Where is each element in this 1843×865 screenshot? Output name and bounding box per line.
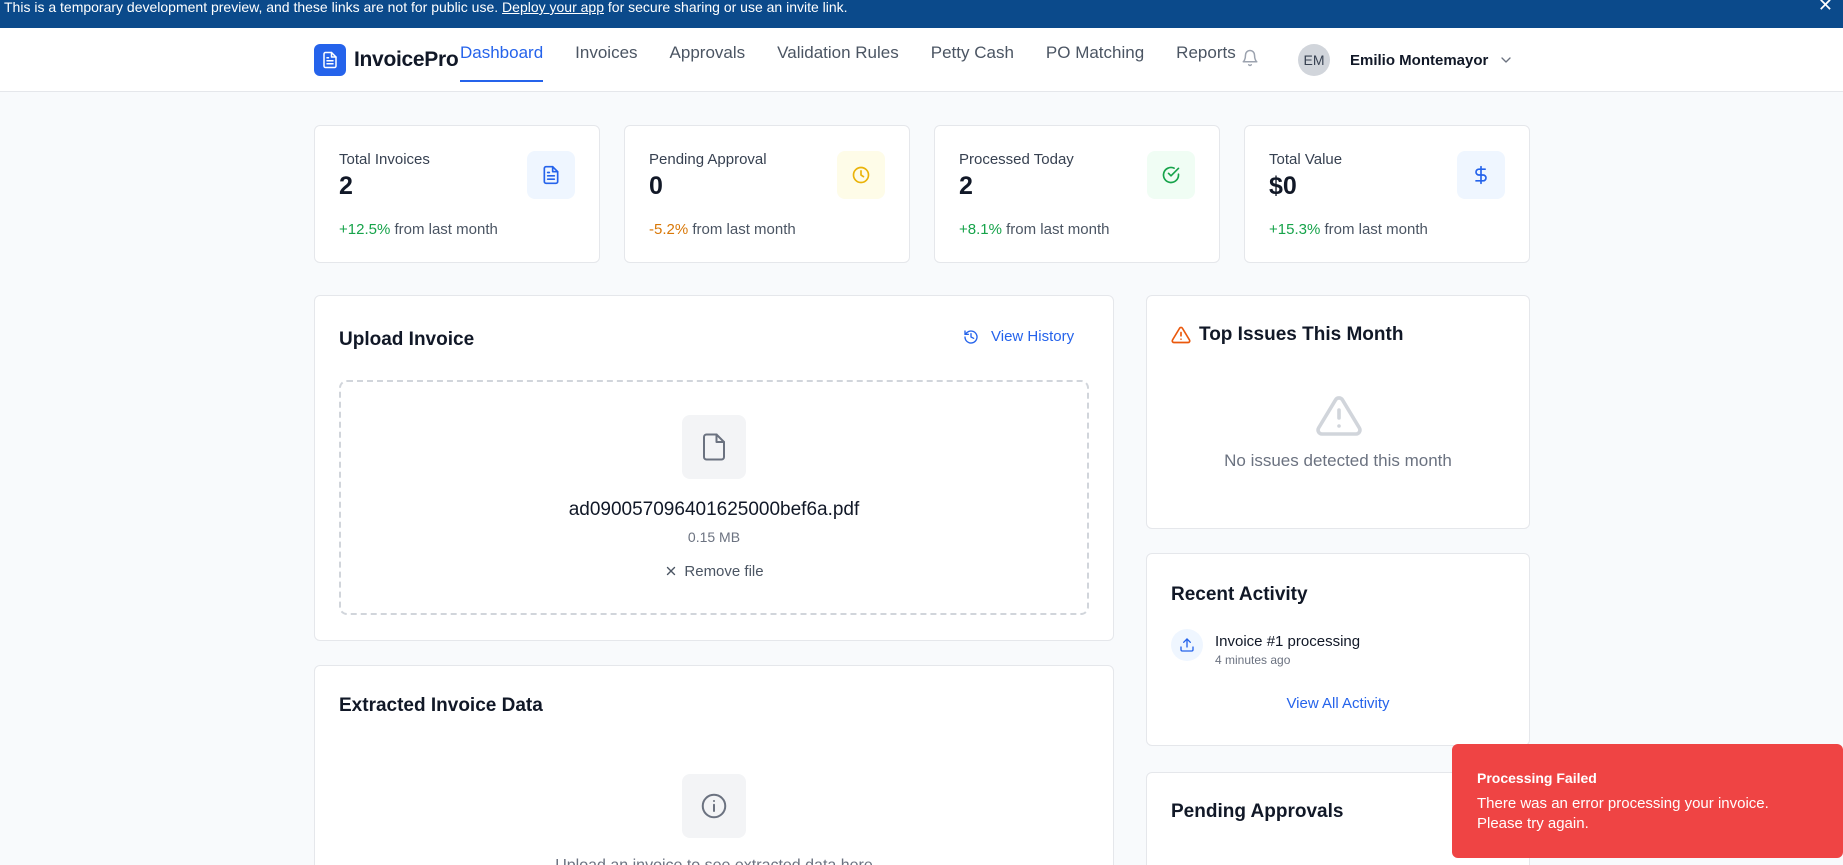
stat-change: -5.2% from last month bbox=[649, 221, 796, 238]
nav-reports[interactable]: Reports bbox=[1176, 28, 1236, 82]
stat-card-total-invoices: Total Invoices 2 +12.5% from last month bbox=[314, 125, 600, 263]
activity-item-time: 4 minutes ago bbox=[1215, 653, 1291, 667]
user-menu-chevron-down-icon[interactable] bbox=[1498, 52, 1514, 73]
app-logo[interactable]: InvoicePro bbox=[314, 44, 459, 76]
nav-approvals[interactable]: Approvals bbox=[670, 28, 746, 82]
deploy-app-link[interactable]: Deploy your app bbox=[502, 0, 604, 15]
stat-label: Total Value bbox=[1269, 151, 1343, 168]
stat-change-percent: +12.5% bbox=[339, 221, 391, 238]
stat-card-total-value: Total Value $0 +15.3% from last month bbox=[1244, 125, 1530, 263]
error-toast[interactable]: Processing Failed There was an error pro… bbox=[1452, 744, 1843, 858]
nav-invoices[interactable]: Invoices bbox=[575, 28, 637, 82]
clock-icon bbox=[837, 151, 885, 199]
stat-change-suffix: from last month bbox=[688, 221, 796, 238]
stat-change-percent: +15.3% bbox=[1269, 221, 1321, 238]
extracted-data-title: Extracted Invoice Data bbox=[339, 695, 543, 716]
stat-value: 2 bbox=[339, 172, 353, 200]
nav-petty-cash[interactable]: Petty Cash bbox=[931, 28, 1014, 82]
user-name[interactable]: Emilio Montemayor bbox=[1350, 52, 1488, 69]
activity-item-title: Invoice #1 processing bbox=[1215, 633, 1361, 650]
stat-label: Total Invoices bbox=[339, 151, 430, 168]
banner-close-button[interactable]: ✕ bbox=[1818, 0, 1833, 14]
uploaded-file-name: ad090057096401625000bef6a.pdf bbox=[568, 499, 860, 520]
main-nav: Dashboard Invoices Approvals Validation … bbox=[460, 28, 1236, 92]
stat-label: Pending Approval bbox=[649, 151, 767, 168]
toast-title: Processing Failed bbox=[1477, 770, 1597, 786]
recent-activity-panel: Recent Activity Invoice #1 processing 4 … bbox=[1146, 553, 1530, 746]
extracted-data-panel: Extracted Invoice Data Upload an invoice… bbox=[314, 665, 1114, 865]
file-dropzone[interactable]: ad090057096401625000bef6a.pdf 0.15 MB Re… bbox=[339, 380, 1089, 615]
stat-change-suffix: from last month bbox=[1001, 221, 1110, 238]
stat-value: 0 bbox=[649, 172, 663, 200]
top-header: InvoicePro Dashboard Invoices Approvals … bbox=[0, 28, 1843, 92]
uploaded-file-size: 0.15 MB bbox=[687, 529, 741, 545]
app-logo-icon bbox=[314, 44, 346, 76]
banner-text-after: for secure sharing or use an invite link… bbox=[604, 0, 848, 15]
view-history-label: View History bbox=[991, 328, 1075, 345]
warning-large-icon bbox=[1316, 396, 1362, 436]
document-icon bbox=[527, 151, 575, 199]
stat-change-suffix: from last month bbox=[390, 221, 498, 238]
remove-file-label: Remove file bbox=[684, 563, 764, 580]
upload-invoice-panel: Upload Invoice View History ad0900570964… bbox=[314, 295, 1114, 641]
stat-change-percent: -5.2% bbox=[649, 221, 689, 238]
file-icon bbox=[682, 415, 746, 479]
notifications-bell-icon[interactable] bbox=[1241, 49, 1259, 72]
stat-change: +15.3% from last month bbox=[1269, 221, 1428, 238]
view-all-activity-link[interactable]: View All Activity bbox=[1147, 695, 1529, 712]
no-issues-text: No issues detected this month bbox=[1224, 451, 1452, 470]
view-history-button[interactable]: View History bbox=[963, 328, 1074, 345]
stat-label: Processed Today bbox=[959, 151, 1074, 168]
banner-text: This is a temporary development preview,… bbox=[4, 0, 848, 14]
user-avatar[interactable]: EM bbox=[1298, 44, 1330, 76]
remove-file-button[interactable]: Remove file bbox=[341, 563, 1087, 580]
stat-value: 2 bbox=[959, 172, 973, 200]
stat-change-percent: +8.1% bbox=[959, 221, 1002, 238]
top-issues-panel: Top Issues This Month No issues detected… bbox=[1146, 295, 1530, 529]
stat-change-suffix: from last month bbox=[1320, 221, 1428, 238]
upload-invoice-title: Upload Invoice bbox=[339, 329, 475, 350]
preview-banner: This is a temporary development preview,… bbox=[0, 0, 1843, 28]
stat-change: +8.1% from last month bbox=[959, 221, 1110, 238]
stat-change: +12.5% from last month bbox=[339, 221, 498, 238]
nav-po-matching[interactable]: PO Matching bbox=[1046, 28, 1144, 82]
pending-approvals-title: Pending Approvals bbox=[1171, 801, 1344, 822]
stat-value: $0 bbox=[1269, 172, 1297, 200]
dollar-icon bbox=[1457, 151, 1505, 199]
extracted-empty-text: Upload an invoice to see extracted data … bbox=[315, 857, 1113, 865]
check-circle-icon bbox=[1147, 151, 1195, 199]
banner-text-before: This is a temporary development preview,… bbox=[4, 0, 503, 15]
nav-dashboard[interactable]: Dashboard bbox=[460, 28, 544, 82]
top-issues-title: Top Issues This Month bbox=[1199, 324, 1404, 345]
upload-icon bbox=[1171, 629, 1203, 661]
stat-card-processed-today: Processed Today 2 +8.1% from last month bbox=[934, 125, 1220, 263]
warning-icon bbox=[1171, 326, 1191, 344]
recent-activity-title: Recent Activity bbox=[1171, 584, 1308, 605]
info-icon bbox=[682, 774, 746, 838]
stat-card-pending-approval: Pending Approval 0 -5.2% from last month bbox=[624, 125, 910, 263]
nav-validation-rules[interactable]: Validation Rules bbox=[777, 28, 899, 82]
close-icon bbox=[667, 566, 676, 576]
app-name: InvoicePro bbox=[354, 48, 459, 71]
toast-message: There was an error processing your invoi… bbox=[1477, 795, 1769, 832]
history-icon bbox=[964, 329, 978, 344]
top-issues-header: Top Issues This Month bbox=[1171, 324, 1403, 346]
